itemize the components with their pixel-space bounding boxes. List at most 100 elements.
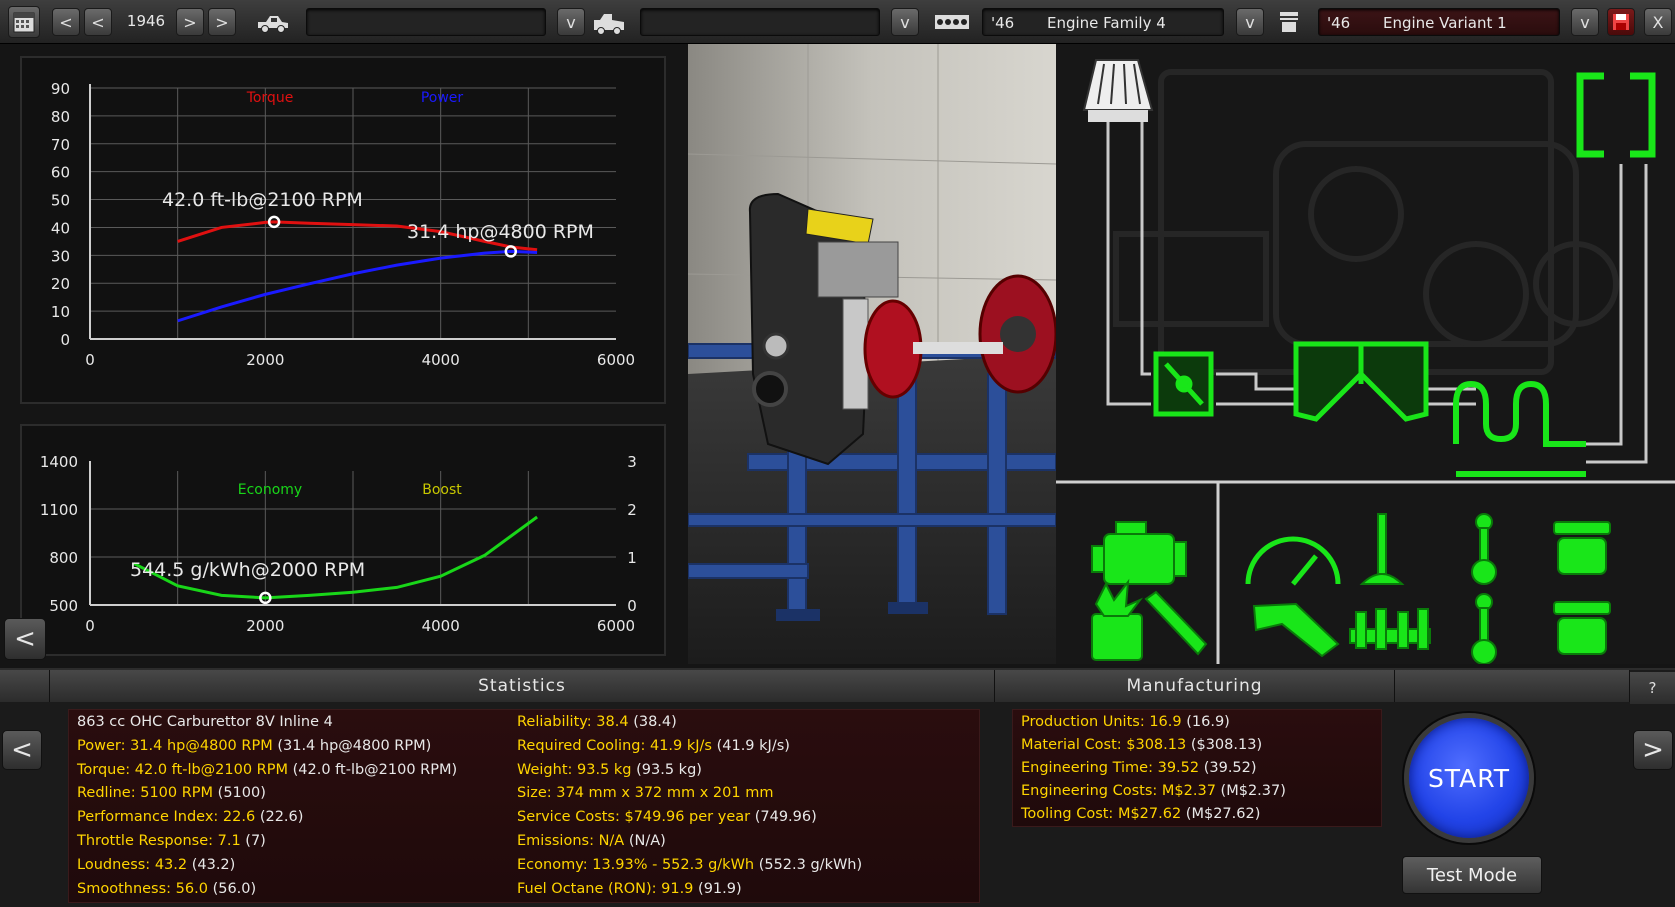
calendar-button[interactable] — [8, 6, 40, 38]
top-toolbar: < < 1946 > > v v '46 Engine Family 4 v '… — [0, 0, 1675, 44]
stat-row: Fuel Octane (RON): 91.9 (91.9) — [517, 881, 742, 897]
year-forward-button[interactable]: > — [176, 8, 204, 36]
year-back-fast-button[interactable]: < — [52, 8, 80, 36]
manufacturing-row: Engineering Costs: M$2.37 (M$2.37) — [1021, 783, 1286, 799]
y-tick-label: 20 — [51, 275, 70, 293]
actions-header — [1395, 670, 1630, 702]
x-tick-label: 6000 — [597, 617, 635, 635]
stat-label: Required Cooling: — [517, 737, 646, 754]
stat-value: 42.0 ft-lb@2100 RPM (42.0 ft-lb@2100 RPM… — [134, 761, 458, 778]
economy-min-label: 544.5 g/kWh@2000 RPM — [130, 559, 365, 581]
stat-value-base: (91.9) — [693, 880, 742, 897]
economy-boost-graph: 1400 1100 800 500 3 2 1 0 0 2000 4000 6000 Economy Bo… — [40, 453, 637, 635]
x-tick-label: 4000 — [422, 617, 460, 635]
throttle-icon[interactable] — [1153, 351, 1214, 417]
y-tick-label: 800 — [49, 549, 78, 567]
legend-power: Power — [421, 90, 464, 106]
stat-label: Emissions: — [517, 833, 594, 849]
stat-value: 5100 RPM (5100) — [140, 785, 266, 802]
stat-row: Smoothness: 56.0 (56.0) — [77, 881, 256, 897]
y-tick-label: 50 — [51, 192, 70, 210]
economy-boost-graph-panel: 1400 1100 800 500 3 2 1 0 0 2000 4000 6000 Economy Bo… — [20, 424, 666, 656]
previous-page-button[interactable]: < — [2, 730, 42, 770]
power-peak-label: 31.4 hp@4800 RPM — [407, 221, 594, 243]
save-button[interactable] — [1607, 8, 1635, 36]
y-tick-label: 80 — [51, 108, 70, 126]
piston-icon — [1278, 10, 1300, 34]
stat-row: Performance Index: 22.6 (22.6) — [77, 809, 303, 825]
help-button[interactable]: ? — [1630, 672, 1675, 704]
truck-icon — [592, 12, 626, 36]
stat-value-base: (56.0) — [207, 880, 257, 897]
year-display: 1946 — [126, 12, 166, 30]
stat-value-base: (16.9) — [1181, 714, 1230, 730]
next-page-button[interactable]: > — [1633, 730, 1673, 770]
stat-row: Required Cooling: 41.9 kJ/s (41.9 kJ/s) — [517, 738, 790, 754]
y2-tick-label: 3 — [627, 453, 637, 471]
x-tick-label: 0 — [85, 351, 95, 369]
engine-variant-name: Engine Variant 1 — [1383, 14, 1507, 32]
stat-label: Weight: — [517, 761, 573, 778]
stat-label: Loudness: — [77, 856, 151, 873]
x-tick-label: 6000 — [597, 351, 635, 369]
stat-label: Tooling Cost: — [1021, 806, 1114, 822]
stat-value-base: (39.52) — [1199, 760, 1257, 776]
start-button[interactable]: START — [1404, 713, 1534, 843]
engine-family-dropdown-button[interactable]: v — [1236, 8, 1264, 36]
stat-label: Smoothness: — [77, 880, 172, 897]
trim-dropdown-button[interactable]: v — [891, 8, 919, 36]
stat-value: N/A (N/A) — [598, 833, 666, 849]
stat-value-base: (749.96) — [750, 809, 817, 826]
stat-row: Loudness: 43.2 (43.2) — [77, 857, 235, 873]
engine-family-select[interactable]: '46 Engine Family 4 — [982, 8, 1224, 36]
stat-row: 863 cc OHC Carburettor 8V Inline 4 — [77, 714, 333, 730]
year-back-button[interactable]: < — [84, 8, 112, 36]
engine-schematic — [1056, 44, 1675, 664]
stat-value: 38.4 (38.4) — [596, 714, 677, 730]
y-tick-label: 60 — [51, 164, 70, 182]
test-mode-button[interactable]: Test Mode — [1402, 856, 1542, 894]
torque-power-graph-panel: 90 80 70 60 50 40 30 20 10 0 0 2000 4000 6000 Torque Po… — [20, 56, 666, 404]
engine-variant-dropdown-button[interactable]: v — [1571, 8, 1599, 36]
car-model-dropdown-button[interactable]: v — [557, 8, 585, 36]
stat-value-base: (7) — [240, 833, 266, 849]
engine-test-stand-render — [688, 44, 1056, 664]
stat-value-base: (42.0 ft-lb@2100 RPM) — [288, 761, 458, 778]
x-tick-label: 2000 — [246, 351, 284, 369]
close-button[interactable]: X — [1644, 8, 1672, 36]
y2-tick-label: 2 — [627, 501, 637, 519]
engine-variant-select[interactable]: '46 Engine Variant 1 — [1318, 8, 1560, 36]
stat-value-base: (93.5 kg) — [631, 761, 702, 778]
car-model-select[interactable] — [306, 8, 546, 36]
trim-select[interactable] — [640, 8, 880, 36]
start-label: START — [1427, 763, 1511, 793]
engine-schematic-panel — [1056, 44, 1675, 664]
stat-row: Torque: 42.0 ft-lb@2100 RPM (42.0 ft-lb@… — [77, 762, 457, 778]
stat-label: Size: — [517, 785, 552, 802]
legend-boost: Boost — [422, 482, 462, 498]
stat-value: $308.13 ($308.13) — [1126, 737, 1263, 753]
graph-back-button[interactable]: < — [4, 618, 46, 660]
manufacturing-row: Tooling Cost: M$27.62 (M$27.62) — [1021, 806, 1260, 822]
car-icon — [256, 12, 290, 34]
bottom-info-panel: Statistics Manufacturing ? 863 cc OHC Ca… — [0, 668, 1675, 907]
torque-peak-label: 42.0 ft-lb@2100 RPM — [162, 189, 363, 211]
stat-value: 7.1 (7) — [217, 833, 266, 849]
stat-label: Engineering Costs: — [1021, 783, 1158, 799]
stat-label: Power: — [77, 737, 126, 754]
torque-power-graph: 90 80 70 60 50 40 30 20 10 00 2000 4000 6000 Torque Po… — [51, 80, 635, 369]
manufacturing-row: Production Units: 16.9 (16.9) — [1021, 714, 1230, 730]
x-tick-label: 2000 — [246, 617, 284, 635]
stat-value: 93.5 kg (93.5 kg) — [577, 761, 702, 778]
stat-value: M$2.37 (M$2.37) — [1161, 783, 1286, 799]
engine-3d-viewport[interactable] — [688, 44, 1056, 664]
stat-value-base: (43.2) — [187, 856, 236, 873]
y2-tick-label: 1 — [627, 549, 637, 567]
y-tick-label: 70 — [51, 136, 70, 154]
stat-value: $749.96 per year (749.96) — [624, 809, 817, 826]
stat-row: Size: 374 mm x 372 mm x 201 mm — [517, 785, 773, 801]
stat-value: 31.4 hp@4800 RPM (31.4 hp@4800 RPM) — [130, 737, 432, 754]
y-tick-label: 1400 — [40, 453, 78, 471]
year-forward-fast-button[interactable]: > — [208, 8, 236, 36]
stat-value-base: (22.6) — [255, 809, 304, 826]
